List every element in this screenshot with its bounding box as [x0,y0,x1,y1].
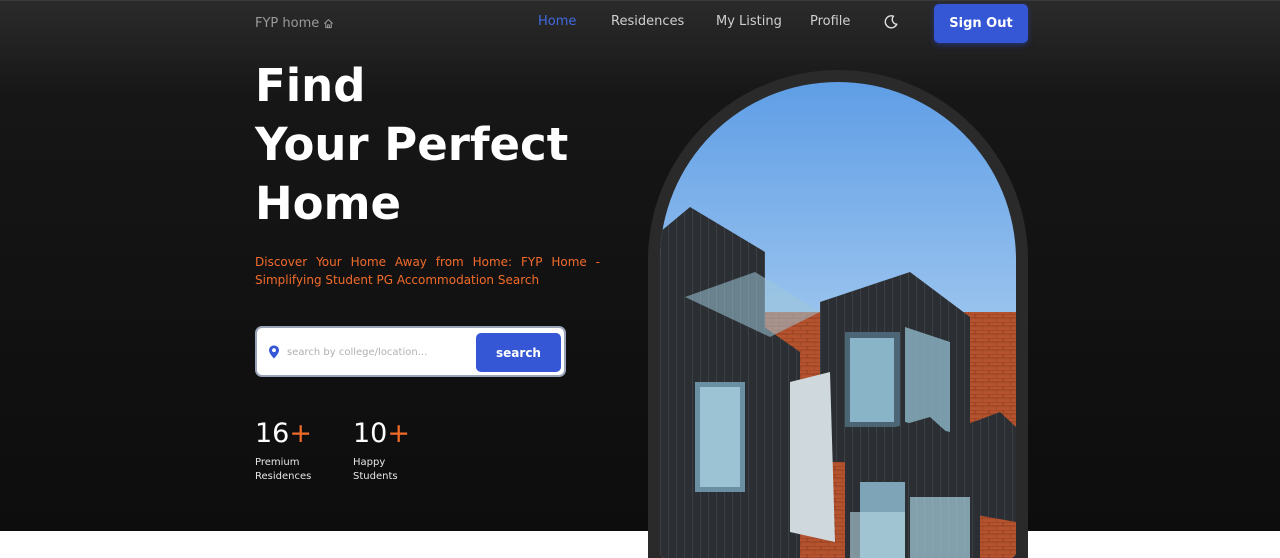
nav-link-residences[interactable]: Residences [611,14,684,29]
moon-icon[interactable] [883,14,899,30]
headline-line-2: Your Perfect [255,118,569,171]
nav-link-home[interactable]: Home [538,14,576,29]
headline-line-1: Find [255,59,366,112]
stat-plus: + [289,418,312,449]
stat-value: 16 [255,418,290,449]
hero-headline: Find Your Perfect Home [255,56,615,233]
hero-building-image [660,82,1016,558]
site-logo[interactable]: FYP home [255,14,334,32]
stat-students: 10+ Happy Students [353,418,423,484]
hero-section [0,0,1280,531]
logo-text: FYP home [255,15,320,31]
headline-line-3: Home [255,177,401,230]
location-pin-icon [269,345,279,359]
stat-number: 16+ [255,418,325,450]
hero-tagline: Discover Your Home Away from Home: FYP H… [255,255,600,287]
search-bar: search [255,326,566,377]
stat-number: 10+ [353,418,423,450]
nav-link-my-listing[interactable]: My Listing [716,14,782,29]
search-button[interactable]: search [476,333,561,372]
nav-link-profile[interactable]: Profile [810,14,850,29]
stat-label: Premium Residences [255,457,312,482]
search-input[interactable] [287,340,467,364]
sign-out-button[interactable]: Sign Out [934,4,1028,43]
stat-value: 10 [353,418,388,449]
stat-residences: 16+ Premium Residences [255,418,325,484]
stat-label: Happy Students [353,457,398,482]
page-below-hero [0,531,1280,558]
stat-plus: + [387,418,410,449]
home-icon [324,18,334,28]
